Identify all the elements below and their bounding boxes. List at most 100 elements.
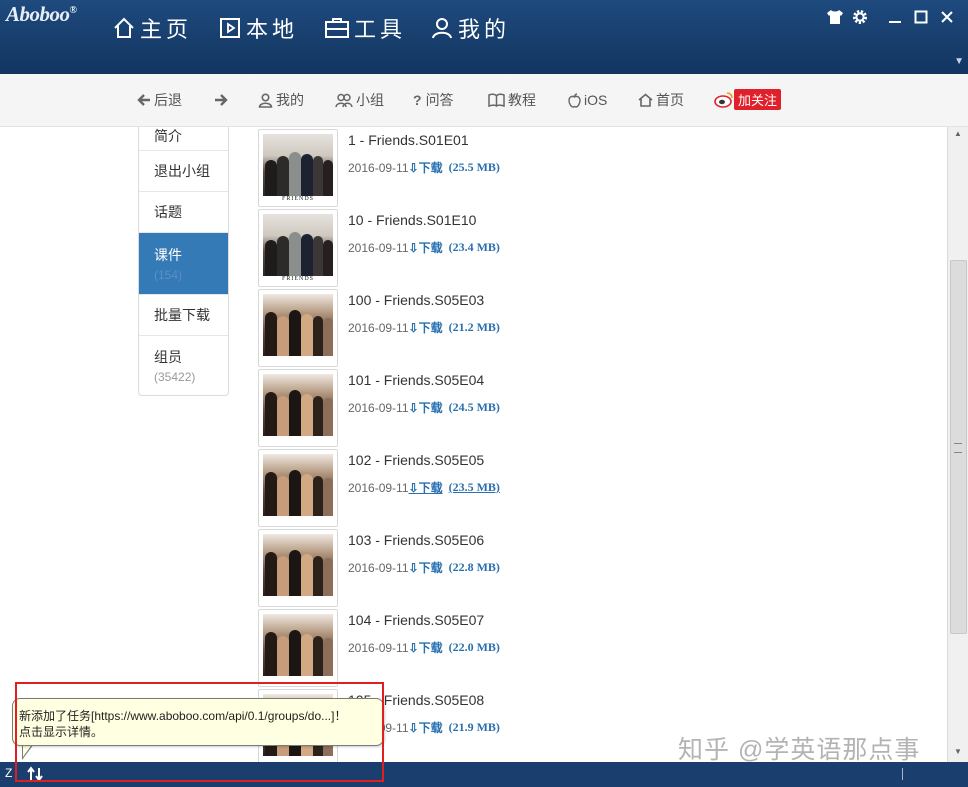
download-label: 下载	[418, 561, 443, 575]
course-item: 101 - Friends.S05E04 2016-09-11 ⇩下载 (24.…	[258, 369, 778, 449]
collapse-arrow-icon[interactable]: ▼	[954, 56, 964, 67]
course-date: 2016-09-11	[348, 320, 409, 335]
sidebar-item-label: 简介	[154, 128, 182, 144]
download-link[interactable]: ⇩下载	[409, 399, 443, 416]
download-link[interactable]: ⇩下载	[409, 719, 443, 736]
sidebar-item-intro[interactable]: 简介	[139, 127, 228, 151]
cast-photo	[263, 374, 333, 436]
course-thumbnail[interactable]	[258, 529, 338, 607]
download-link[interactable]: ⇩下载	[409, 239, 443, 256]
download-link[interactable]: ⇩下载	[409, 319, 443, 336]
course-title[interactable]: 104 - Friends.S05E07	[348, 612, 484, 628]
course-title[interactable]: 101 - Friends.S05E04	[348, 372, 484, 388]
maximize-icon	[914, 10, 928, 24]
watermark: 知乎 @学英语那点事	[678, 736, 921, 764]
download-icon: ⇩	[408, 241, 419, 255]
download-icon: ⇩	[408, 561, 419, 575]
course-thumbnail[interactable]: FRIENDS	[258, 209, 338, 287]
download-link[interactable]: ⇩下载	[409, 559, 443, 576]
status-divider	[902, 768, 903, 780]
toolbar-homepage-link[interactable]: 首页	[638, 90, 684, 110]
maximize-button[interactable]	[912, 8, 930, 26]
sidebar-item-count: (154)	[154, 268, 183, 282]
toolbar-tutorial-link[interactable]: 教程	[488, 90, 536, 110]
sidebar-item-courseware[interactable]: 课件 (154)	[139, 233, 228, 295]
nav-tab-home[interactable]: 主页	[112, 10, 192, 46]
minimize-button[interactable]	[886, 8, 904, 26]
course-thumbnail[interactable]	[258, 609, 338, 687]
scroll-down-icon[interactable]: ▼	[952, 747, 964, 756]
transfer-arrows-icon[interactable]	[26, 766, 44, 787]
download-label: 下载	[418, 401, 443, 415]
group-sidebar: 简介 退出小组 话题 课件 (154) 批量下载 组员 (35422)	[138, 127, 229, 396]
skin-button[interactable]	[826, 8, 844, 26]
course-title[interactable]: 100 - Friends.S05E03	[348, 292, 484, 308]
weibo-icon	[714, 92, 733, 108]
file-size: (23.4 MB)	[448, 240, 500, 254]
sidebar-item-topics[interactable]: 话题	[139, 192, 228, 233]
sidebar-item-members[interactable]: 组员 (35422)	[139, 336, 228, 395]
course-title[interactable]: 102 - Friends.S05E05	[348, 452, 484, 468]
course-title[interactable]: 103 - Friends.S05E06	[348, 532, 484, 548]
file-size: (24.5 MB)	[448, 400, 500, 414]
vertical-scrollbar[interactable]: ▲ ▼	[947, 127, 968, 762]
sidebar-item-label: 课件	[154, 247, 182, 263]
film-icon	[220, 18, 240, 38]
nav-tab-mine[interactable]: 我的	[430, 10, 510, 46]
course-list: FRIENDS 1 - Friends.S01E01 2016-09-11 ⇩下…	[258, 129, 778, 762]
toolbar-qa-link[interactable]: ? 问答	[413, 90, 454, 110]
course-meta: 2016-09-11 ⇩下载 (21.2 MB)	[348, 319, 500, 336]
course-thumbnail[interactable]	[258, 289, 338, 367]
browser-toolbar: 后退 我的 小组 ? 问答 教程 iOS 首页 加关注	[0, 74, 968, 127]
task-added-tooltip[interactable]: 新添加了任务[https://www.aboboo.com/api/0.1/gr…	[12, 698, 384, 746]
book-icon	[488, 93, 505, 107]
weibo-follow-button[interactable]: 加关注	[714, 89, 782, 110]
thumb-caption: FRIENDS	[281, 196, 314, 202]
forward-button[interactable]	[214, 90, 231, 110]
toolbar-group-link[interactable]: 小组	[335, 90, 384, 110]
back-button[interactable]: 后退	[137, 90, 182, 110]
weibo-follow-label: 加关注	[734, 89, 782, 110]
toolbar-qa-label: 问答	[425, 92, 454, 108]
download-icon: ⇩	[408, 641, 419, 655]
course-thumbnail[interactable]: FRIENDS	[258, 129, 338, 207]
course-title[interactable]: 1 - Friends.S01E01	[348, 132, 469, 148]
course-meta: 2016-09-11 ⇩下载 (23.5 MB)	[348, 479, 500, 496]
toolbar-mine-label: 我的	[276, 92, 304, 108]
toolbar-ios-link[interactable]: iOS	[568, 90, 607, 110]
course-date: 2016-09-11	[348, 240, 409, 255]
gear-icon	[853, 10, 867, 24]
nav-tab-home-label: 主页	[140, 17, 193, 42]
download-link[interactable]: ⇩下载	[409, 479, 443, 496]
cast-photo	[263, 454, 333, 516]
download-label: 下载	[418, 241, 443, 255]
close-button[interactable]	[938, 8, 956, 26]
course-thumbnail[interactable]	[258, 449, 338, 527]
course-meta: 2016-09-11 ⇩下载 (22.8 MB)	[348, 559, 500, 576]
scroll-up-icon[interactable]: ▲	[952, 129, 964, 138]
nav-tab-tools[interactable]: 工具	[324, 10, 406, 46]
cast-photo	[263, 294, 333, 356]
sidebar-item-leave-group[interactable]: 退出小组	[139, 151, 228, 192]
download-link[interactable]: ⇩下载	[409, 639, 443, 656]
course-date: 2016-09-11	[348, 160, 409, 175]
course-date: 2016-09-11	[348, 560, 409, 575]
registered-mark: ®	[69, 5, 77, 16]
app-logo-text: Aboboo	[6, 2, 70, 26]
download-label: 下载	[418, 321, 443, 335]
course-meta: 2016-09-11 ⇩下载 (23.4 MB)	[348, 239, 500, 256]
settings-button[interactable]	[851, 8, 869, 26]
question-icon: ?	[413, 92, 422, 108]
cast-photo	[263, 614, 333, 676]
download-icon: ⇩	[408, 481, 419, 495]
course-item: 104 - Friends.S05E07 2016-09-11 ⇩下载 (22.…	[258, 609, 778, 689]
course-title[interactable]: 10 - Friends.S01E10	[348, 212, 476, 228]
sidebar-item-batch-download[interactable]: 批量下载	[139, 295, 228, 336]
download-link[interactable]: ⇩下载	[409, 159, 443, 176]
nav-tab-local[interactable]: 本地	[218, 10, 298, 46]
course-thumbnail[interactable]	[258, 369, 338, 447]
close-icon	[941, 11, 953, 23]
app-logo: Aboboo®	[6, 2, 77, 27]
sidebar-item-label: 批量下载	[154, 307, 210, 323]
toolbar-mine-link[interactable]: 我的	[258, 90, 304, 110]
